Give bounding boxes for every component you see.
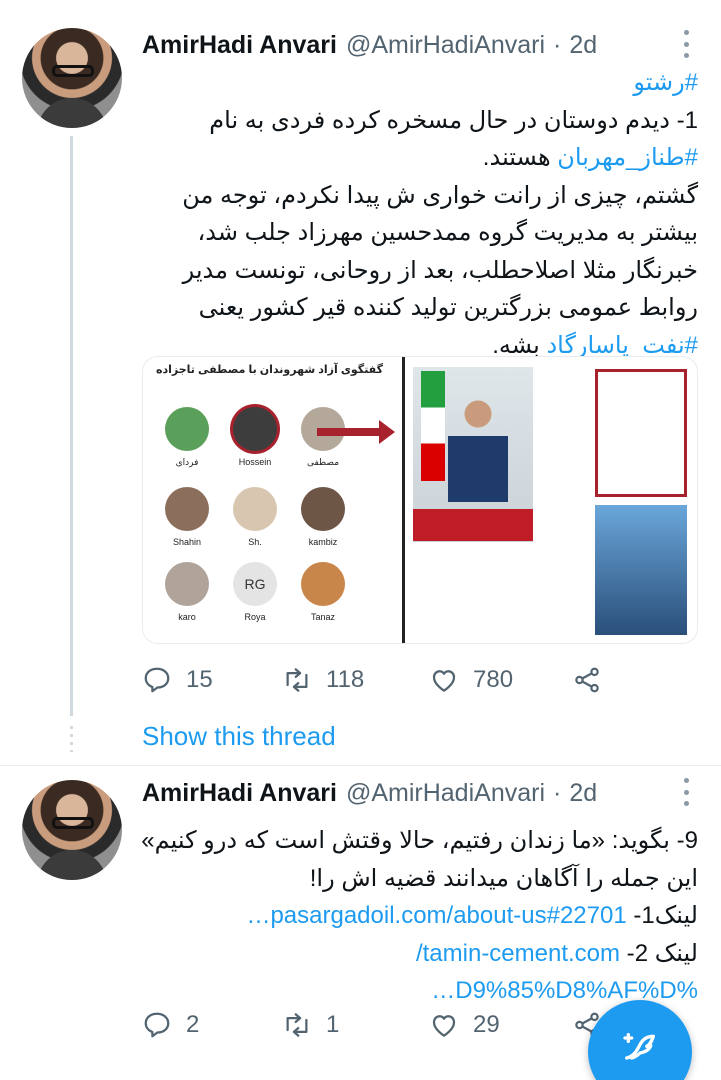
speaker-avatar [165, 562, 209, 606]
tweet[interactable]: AmirHadi Anvari @AmirHadiAnvari · 2d #رش… [0, 0, 721, 765]
room-title: گفتگوی آزاد شهروندان با مصطفی تاجزاده [156, 364, 383, 376]
url-link[interactable]: pasargadoil.com/about-us#22701… [246, 902, 626, 929]
tweet-text-line: روابط عمومی بزرگترین تولید کننده قیر کشو… [142, 289, 698, 327]
speaker-avatar [233, 407, 277, 451]
speaker-name: Tanaz [310, 612, 336, 622]
avatar[interactable] [22, 780, 122, 880]
tweet-text: 9- بگوید: «ما زندان رفتیم، حالا وقتش است… [141, 822, 698, 1010]
text-segment: 1- دیدم دوستان در حال مسخره کرده فردی به… [209, 106, 698, 134]
retweet-button[interactable]: 118 [282, 665, 364, 695]
compose-tweet-icon [623, 1033, 655, 1060]
tweet-actions: 15 118 780 [142, 662, 622, 698]
speaker-avatar [301, 487, 345, 531]
tweet-actions: 2 1 29 [142, 1007, 622, 1043]
separator-dot: · [553, 30, 562, 59]
url-link[interactable]: %D9%85%D8%AF%D… [431, 977, 698, 1004]
reply-count: 2 [186, 1011, 200, 1038]
tweet-text-line: 1- دیدم دوستان در حال مسخره کرده فردی به… [142, 102, 698, 140]
share-button[interactable] [572, 665, 602, 695]
text-segment: خبرنگار مثلا اصلاحطلب، بعد از روحانی، تو… [182, 256, 698, 284]
speaker-avatar [165, 407, 209, 451]
author-name[interactable]: AmirHadi Anvari [142, 779, 337, 808]
author-name[interactable]: AmirHadi Anvari [142, 31, 337, 60]
speaker-name: مصطفی [306, 457, 340, 467]
text-segment: این جمله را آگاهان میدانند قضیه اش را! [309, 864, 698, 892]
text-segment: گشتم، چیزی از رانت خواری ش پیدا نکردم، ت… [182, 181, 698, 209]
text-segment: بیشتر به مدیریت گروه ممدحسین مهرزاد جلب … [197, 219, 698, 246]
media-panel-photo-top [595, 369, 687, 497]
speaker-name: karo [178, 612, 196, 622]
reply-button[interactable]: 15 [142, 665, 213, 695]
tweet-text-line: #طناز_مهربان هستند. [142, 139, 698, 177]
author-handle[interactable]: @AmirHadiAnvari [346, 31, 545, 60]
retweet-icon [286, 1013, 308, 1037]
speaker-name: Roya [244, 612, 266, 622]
speaker-name: Hossein [238, 457, 272, 467]
more-dots-icon[interactable] [681, 30, 691, 58]
like-count: 780 [473, 666, 514, 693]
tweet-text-line: لینک 2- tamin-cement.com/ [142, 935, 698, 973]
speaker-avatar [165, 487, 209, 531]
tweet-text-line: بیشتر به مدیریت گروه ممدحسین مهرزاد جلب … [142, 214, 698, 252]
tweet-text-line: 9- بگوید: «ما زندان رفتیم، حالا وقتش است… [141, 822, 698, 860]
text-segment: روابط عمومی بزرگترین تولید کننده قیر کشو… [198, 294, 698, 321]
media-panel-photo-bottom [595, 505, 687, 635]
tweet-media-image[interactable]: گفتگوی آزاد شهروندان با مصطفی تاجزاده مص… [142, 356, 698, 644]
retweet-count: 1 [326, 1011, 340, 1038]
speaker-name: Shahin [172, 537, 202, 547]
hashtag-link[interactable]: #رشتو [633, 69, 698, 96]
reply-button[interactable]: 2 [142, 1010, 199, 1040]
speaker-avatar [301, 562, 345, 606]
tweet-text-line: لینک1- pasargadoil.com/about-us#22701… [142, 897, 698, 935]
hashtag-link[interactable]: #نفت_پاسارگاد [546, 332, 698, 359]
like-count: 29 [473, 1011, 500, 1038]
author-handle[interactable]: @AmirHadiAnvari [346, 779, 545, 808]
tweet-time[interactable]: 2d [569, 31, 597, 60]
show-thread-link[interactable]: Show this thread [142, 721, 336, 752]
tweet-header: AmirHadi Anvari @AmirHadiAnvari · 2d [142, 776, 691, 810]
speaker-avatar [233, 487, 277, 531]
speaker-name: kambiz [308, 537, 338, 547]
reply-icon [144, 667, 170, 693]
red-arrow [317, 428, 387, 436]
tweet-text-line: %D9%85%D8%AF%D… [142, 972, 698, 1010]
hashtag-link[interactable]: #طناز_مهربان [557, 144, 698, 171]
tweet-text-line: این جمله را آگاهان میدانند قضیه اش را! [142, 860, 698, 898]
avatar[interactable] [22, 28, 122, 128]
like-button[interactable]: 780 [429, 665, 513, 695]
heart-icon [432, 670, 456, 692]
heart-icon [432, 1015, 456, 1037]
text-segment: بشه. [492, 331, 547, 359]
retweet-count: 118 [326, 666, 365, 693]
media-panel-clubhouse-room: گفتگوی آزاد شهروندان با مصطفی تاجزاده مص… [143, 357, 403, 643]
speaker-name: فردای [175, 457, 199, 467]
tweet-header: AmirHadi Anvari @AmirHadiAnvari · 2d [142, 28, 691, 62]
text-segment: هستند. [482, 144, 558, 171]
more-dots-icon[interactable] [681, 778, 691, 806]
retweet-icon [286, 668, 308, 692]
text-segment: لینک1- [626, 902, 698, 929]
speaker-avatar: RG [233, 562, 277, 606]
reply-count: 15 [186, 666, 213, 693]
red-arrowhead [379, 420, 395, 444]
tweet-text-line: #رشتو [142, 64, 698, 102]
tweet-text: #رشتو 1- دیدم دوستان در حال مسخره کرده فر… [142, 64, 698, 364]
text-segment: 9- بگوید: «ما زندان رفتیم، حالا وقتش است… [141, 827, 698, 854]
url-link[interactable]: tamin-cement.com/ [416, 940, 620, 967]
tweet-text-line: خبرنگار مثلا اصلاحطلب، بعد از روحانی، تو… [142, 252, 698, 290]
like-button[interactable]: 29 [429, 1010, 500, 1040]
tweet-text-line: گشتم، چیزی از رانت خواری ش پیدا نکردم، ت… [142, 177, 698, 215]
speaker-name: Sh. [248, 537, 262, 547]
portrait-caption-bar [413, 509, 533, 541]
thread-gap-dots [70, 726, 73, 752]
share-icon [575, 667, 599, 693]
separator-dot: · [553, 778, 562, 807]
reply-icon [144, 1012, 170, 1038]
thread-line [70, 136, 73, 716]
tweet-time[interactable]: 2d [569, 779, 597, 808]
retweet-button[interactable]: 1 [282, 1010, 339, 1040]
text-segment: لینک 2- [620, 939, 698, 967]
